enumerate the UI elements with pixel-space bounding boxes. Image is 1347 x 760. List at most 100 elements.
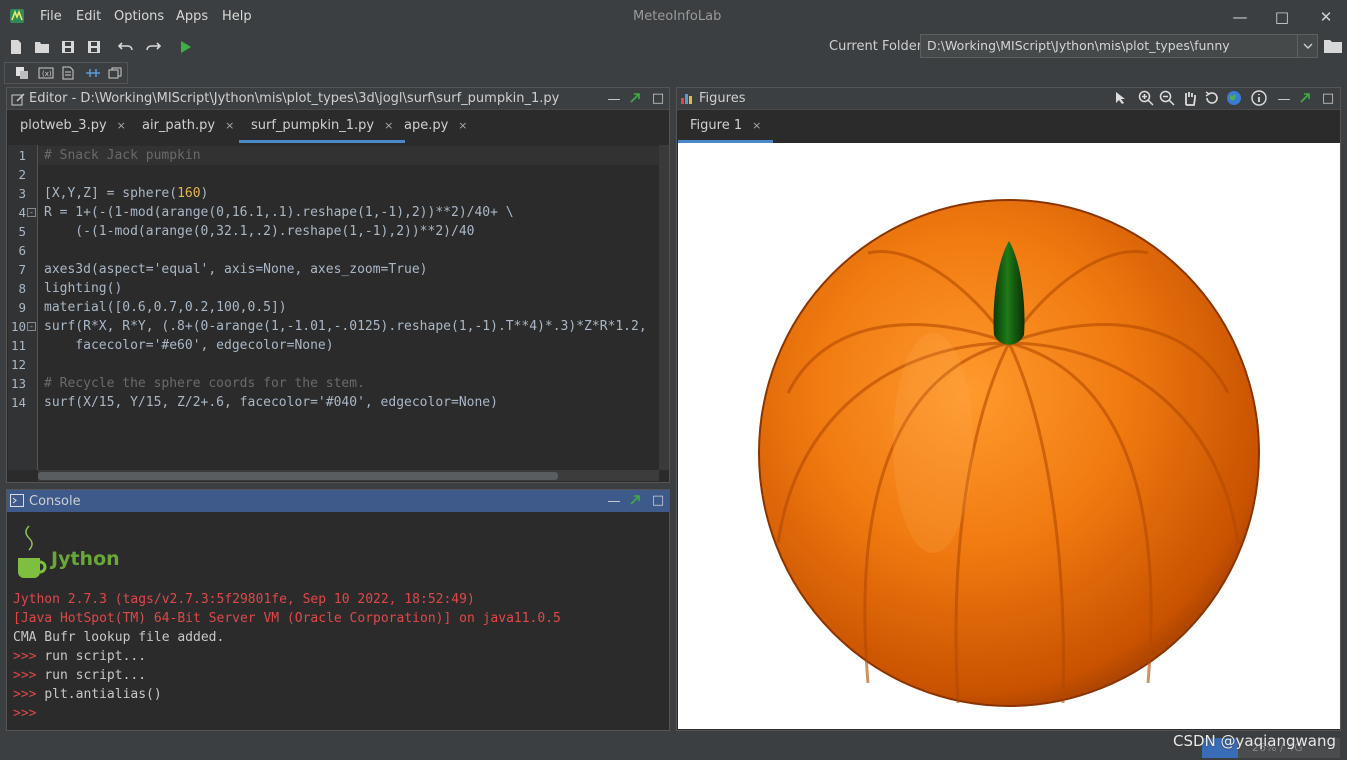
console-prompt: >>> bbox=[13, 706, 37, 721]
menu-help[interactable]: Help bbox=[222, 9, 252, 24]
line-number: 8 bbox=[18, 281, 26, 296]
split-icon bbox=[86, 69, 100, 77]
menu-file[interactable]: File bbox=[40, 9, 62, 24]
code-line-7: axes3d(aspect='equal', axis=None, axes_z… bbox=[44, 262, 428, 277]
rotate-button[interactable] bbox=[1203, 89, 1221, 107]
info-button[interactable] bbox=[1250, 89, 1268, 107]
layout-button-2[interactable]: (x) bbox=[37, 65, 55, 81]
folder-dropdown-button[interactable] bbox=[1297, 34, 1318, 58]
jython-logo-text: Jython bbox=[51, 548, 120, 570]
undo-button[interactable] bbox=[116, 37, 136, 57]
tab-plotweb-3[interactable]: plotweb_3.py × bbox=[8, 113, 138, 143]
close-icon[interactable]: × bbox=[225, 119, 234, 132]
menu-options[interactable]: Options bbox=[114, 9, 164, 24]
editor-title: Editor - D:\Working\MIScript\Jython\mis\… bbox=[29, 91, 560, 106]
close-icon[interactable]: × bbox=[458, 119, 467, 132]
code-line-9: material([0.6,0.7,0.2,100,0.5]) bbox=[44, 300, 287, 315]
menu-edit[interactable]: Edit bbox=[76, 9, 101, 24]
redo-button[interactable] bbox=[143, 37, 163, 57]
close-icon[interactable]: × bbox=[117, 119, 126, 132]
console-minimize-button[interactable]: — bbox=[607, 494, 621, 509]
code-line-1: # Snack Jack pumpkin bbox=[44, 148, 201, 163]
line-number: 14 bbox=[10, 395, 26, 410]
zoom-in-icon bbox=[1138, 90, 1154, 106]
document-icon bbox=[62, 66, 74, 80]
code-line-5: (-(1-mod(arange(0,32.1,.2).reshape(1,-1)… bbox=[44, 224, 475, 239]
window-title: MeteoInfoLab bbox=[633, 9, 722, 24]
tab-air-path[interactable]: air_path.py × bbox=[130, 113, 246, 143]
current-folder-label: Current Folder: bbox=[829, 39, 927, 54]
layout-button-4[interactable] bbox=[84, 65, 102, 81]
save-button[interactable] bbox=[58, 37, 78, 57]
console-command-line: >>> run script... bbox=[13, 668, 146, 683]
folder-open-icon bbox=[35, 42, 49, 53]
editor-restore-button[interactable]: □ bbox=[651, 91, 665, 106]
maximize-arrow-icon[interactable] bbox=[1299, 92, 1311, 104]
fold-toggle-icon[interactable]: - bbox=[27, 208, 36, 217]
terminal-icon bbox=[10, 494, 24, 507]
open-file-button[interactable] bbox=[32, 37, 52, 57]
line-number: 9 bbox=[18, 300, 26, 315]
zoom-out-icon bbox=[1159, 90, 1175, 106]
tab-label: surf_pumpkin_1.py bbox=[251, 118, 375, 133]
console-restore-button[interactable]: □ bbox=[651, 493, 665, 508]
save-as-button[interactable] bbox=[84, 37, 104, 57]
console-command-line: >>> run script... bbox=[13, 649, 146, 664]
browse-folder-icon[interactable] bbox=[1323, 37, 1343, 55]
rotate-icon bbox=[1205, 91, 1218, 104]
line-number: 10 bbox=[10, 319, 26, 334]
code-line-14: surf(X/15, Y/15, Z/2+.6, facecolor='#040… bbox=[44, 395, 498, 410]
maximize-window-button[interactable]: □ bbox=[1268, 6, 1296, 28]
maximize-arrow-icon[interactable] bbox=[629, 92, 641, 104]
globe-button[interactable] bbox=[1225, 89, 1243, 107]
select-tool-button[interactable] bbox=[1112, 89, 1130, 107]
code-token: ) bbox=[200, 186, 209, 201]
svg-text:(x): (x) bbox=[42, 70, 52, 78]
close-window-button[interactable]: ✕ bbox=[1312, 6, 1340, 28]
status-bar bbox=[0, 735, 1347, 760]
line-number: 5 bbox=[18, 224, 26, 239]
close-icon[interactable]: × bbox=[752, 119, 761, 132]
tab-label: Figure 1 bbox=[690, 118, 743, 133]
minimize-window-button[interactable]: — bbox=[1226, 6, 1254, 28]
tab-ape[interactable]: ape.py × bbox=[392, 113, 480, 143]
line-number: 7 bbox=[18, 262, 26, 277]
figures-restore-button[interactable]: □ bbox=[1321, 91, 1335, 106]
pan-button[interactable] bbox=[1181, 89, 1199, 107]
pointer-icon bbox=[1116, 92, 1125, 104]
code-line-8: lighting() bbox=[44, 281, 123, 296]
info-icon bbox=[1251, 90, 1267, 106]
save-icon bbox=[62, 41, 74, 53]
undo-icon bbox=[118, 42, 133, 51]
restore-icon bbox=[108, 67, 122, 79]
zoom-out-button[interactable] bbox=[1158, 89, 1176, 107]
line-number: 6 bbox=[18, 243, 26, 258]
line-number: 2 bbox=[18, 167, 26, 182]
globe-icon bbox=[1227, 91, 1241, 105]
fold-toggle-icon[interactable]: - bbox=[27, 322, 36, 331]
tab-figure-1[interactable]: Figure 1 × bbox=[678, 113, 774, 143]
run-button[interactable] bbox=[176, 37, 196, 57]
scrollbar-thumb[interactable] bbox=[38, 472, 558, 480]
console-input-line[interactable]: >>> bbox=[13, 706, 36, 721]
figures-minimize-button[interactable]: — bbox=[1277, 92, 1291, 107]
layout-button-1[interactable] bbox=[13, 65, 31, 81]
new-file-icon bbox=[11, 40, 21, 54]
console-prompt: >>> bbox=[13, 668, 37, 683]
layout-button-5[interactable] bbox=[106, 65, 124, 81]
editor-minimize-button[interactable]: — bbox=[607, 92, 621, 107]
new-file-button[interactable] bbox=[6, 37, 26, 57]
tab-surf-pumpkin-1[interactable]: surf_pumpkin_1.py × bbox=[239, 113, 406, 143]
console-line: Jython 2.7.3 (tags/v2.7.3:5f29801fe, Sep… bbox=[13, 592, 475, 607]
tab-label: ape.py bbox=[404, 118, 449, 133]
console-prompt: >>> bbox=[13, 687, 37, 702]
menu-apps[interactable]: Apps bbox=[176, 9, 208, 24]
zoom-in-button[interactable] bbox=[1137, 89, 1155, 107]
layout-button-3[interactable] bbox=[59, 65, 77, 81]
console-prompt: >>> bbox=[13, 649, 37, 664]
editor-vertical-scrollbar[interactable] bbox=[659, 145, 669, 470]
code-line-11: facecolor='#e60', edgecolor=None) bbox=[44, 338, 334, 353]
pumpkin-3d-plot bbox=[758, 199, 1260, 707]
maximize-arrow-icon[interactable] bbox=[629, 494, 641, 506]
variable-icon: (x) bbox=[38, 67, 54, 79]
